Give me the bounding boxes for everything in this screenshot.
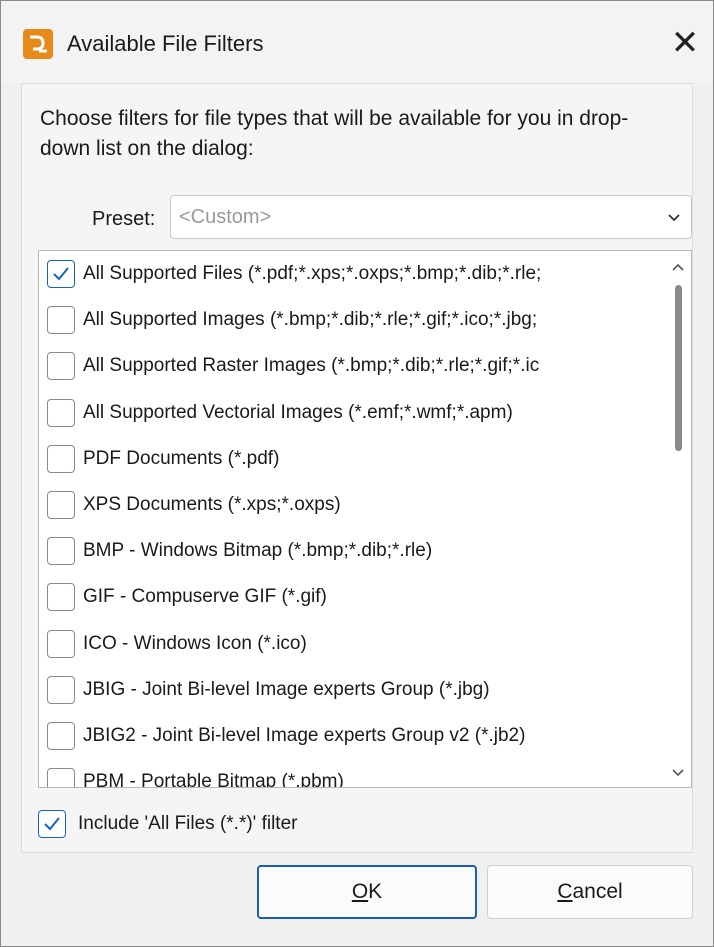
preset-label: Preset:: [92, 208, 156, 230]
app-logo-icon: [23, 29, 53, 59]
filter-label: GIF - Compuserve GIF (*.gif): [83, 586, 327, 608]
filter-label: BMP - Windows Bitmap (*.bmp;*.dib;*.rle): [83, 540, 433, 562]
filter-checkbox[interactable]: [47, 629, 75, 658]
filter-label: ICO - Windows Icon (*.ico): [83, 632, 307, 654]
filter-list-item[interactable]: JBIG - Joint Bi-level Image experts Grou…: [39, 667, 659, 717]
filter-list-item[interactable]: All Supported Files (*.pdf;*.xps;*.oxps;…: [39, 251, 659, 301]
filter-checkbox[interactable]: [47, 675, 75, 704]
chevron-up-icon[interactable]: [671, 261, 685, 275]
checkmark-icon: [53, 267, 69, 281]
filter-label: All Supported Raster Images (*.bmp;*.dib…: [83, 355, 540, 377]
filter-list-item[interactable]: JBIG2 - Joint Bi-level Image experts Gro…: [39, 713, 659, 763]
ok-button[interactable]: OK: [257, 865, 477, 919]
filter-list-item[interactable]: PBM - Portable Bitmap (*.pbm): [39, 759, 659, 788]
cancel-button[interactable]: Cancel: [487, 865, 693, 919]
filter-checkbox[interactable]: [47, 398, 75, 427]
filter-list-item[interactable]: All Supported Vectorial Images (*.emf;*.…: [39, 390, 659, 440]
filter-list-item[interactable]: XPS Documents (*.xps;*.oxps): [39, 482, 659, 532]
checkmark-icon: [44, 817, 60, 831]
include-all-files-label: Include 'All Files (*.*)' filter: [78, 813, 298, 834]
close-button[interactable]: ✕: [657, 15, 713, 71]
content-panel: Choose filters for file types that will …: [21, 83, 693, 853]
filter-checkbox[interactable]: [47, 768, 75, 787]
filter-label: All Supported Files (*.pdf;*.xps;*.oxps;…: [83, 263, 542, 284]
description-text: Choose filters for file types that will …: [40, 107, 629, 160]
close-icon: ✕: [670, 23, 700, 63]
available-file-filters-dialog: Available File Filters ✕ Choose filters …: [0, 0, 714, 947]
include-all-files-option[interactable]: Include 'All Files (*.*)' filter: [38, 804, 538, 844]
filter-list-item[interactable]: BMP - Windows Bitmap (*.bmp;*.dib;*.rle): [39, 528, 659, 578]
filter-checkbox[interactable]: [47, 722, 75, 750]
vertical-scrollbar[interactable]: [667, 253, 689, 785]
filter-label: All Supported Vectorial Images (*.emf;*.…: [83, 401, 513, 423]
filter-label: All Supported Images (*.bmp;*.dib;*.rle;…: [83, 309, 538, 331]
filter-label: PBM - Portable Bitmap (*.pbm): [83, 771, 344, 788]
chevron-down-icon: [668, 214, 680, 222]
filter-list-item[interactable]: PDF Documents (*.pdf): [39, 436, 659, 486]
ok-button-label: OK: [351, 880, 383, 903]
filter-checkbox[interactable]: [47, 352, 75, 381]
filter-list-item[interactable]: GIF - Compuserve GIF (*.gif): [39, 574, 659, 624]
preset-dropdown[interactable]: <Custom>: [170, 195, 692, 239]
filter-checkbox[interactable]: [47, 444, 75, 473]
title-bar: Available File Filters ✕: [1, 1, 713, 83]
include-all-files-checkbox[interactable]: [38, 810, 66, 838]
chevron-down-icon[interactable]: [671, 765, 685, 779]
filter-list-item[interactable]: All Supported Raster Images (*.bmp;*.dib…: [39, 343, 659, 393]
filter-label: JBIG - Joint Bi-level Image experts Grou…: [83, 678, 490, 700]
filter-checkbox[interactable]: [47, 537, 75, 566]
filter-list-item[interactable]: All Supported Images (*.bmp;*.dib;*.rle;…: [39, 297, 659, 347]
filter-list[interactable]: All Supported Files (*.pdf;*.xps;*.oxps;…: [38, 250, 692, 788]
preset-value: <Custom>: [179, 206, 272, 228]
filter-label: JBIG2 - Joint Bi-level Image experts Gro…: [83, 725, 526, 746]
window-title: Available File Filters: [67, 31, 264, 56]
filter-label: XPS Documents (*.xps;*.oxps): [83, 494, 341, 515]
filter-checkbox[interactable]: [47, 583, 75, 612]
scrollbar-thumb[interactable]: [675, 285, 682, 451]
filter-label: PDF Documents (*.pdf): [83, 447, 280, 469]
filter-checkbox[interactable]: [47, 260, 75, 288]
filter-checkbox[interactable]: [47, 491, 75, 519]
filter-list-item[interactable]: ICO - Windows Icon (*.ico): [39, 621, 659, 671]
filter-checkbox[interactable]: [47, 306, 75, 335]
cancel-button-label: Cancel: [557, 880, 623, 903]
